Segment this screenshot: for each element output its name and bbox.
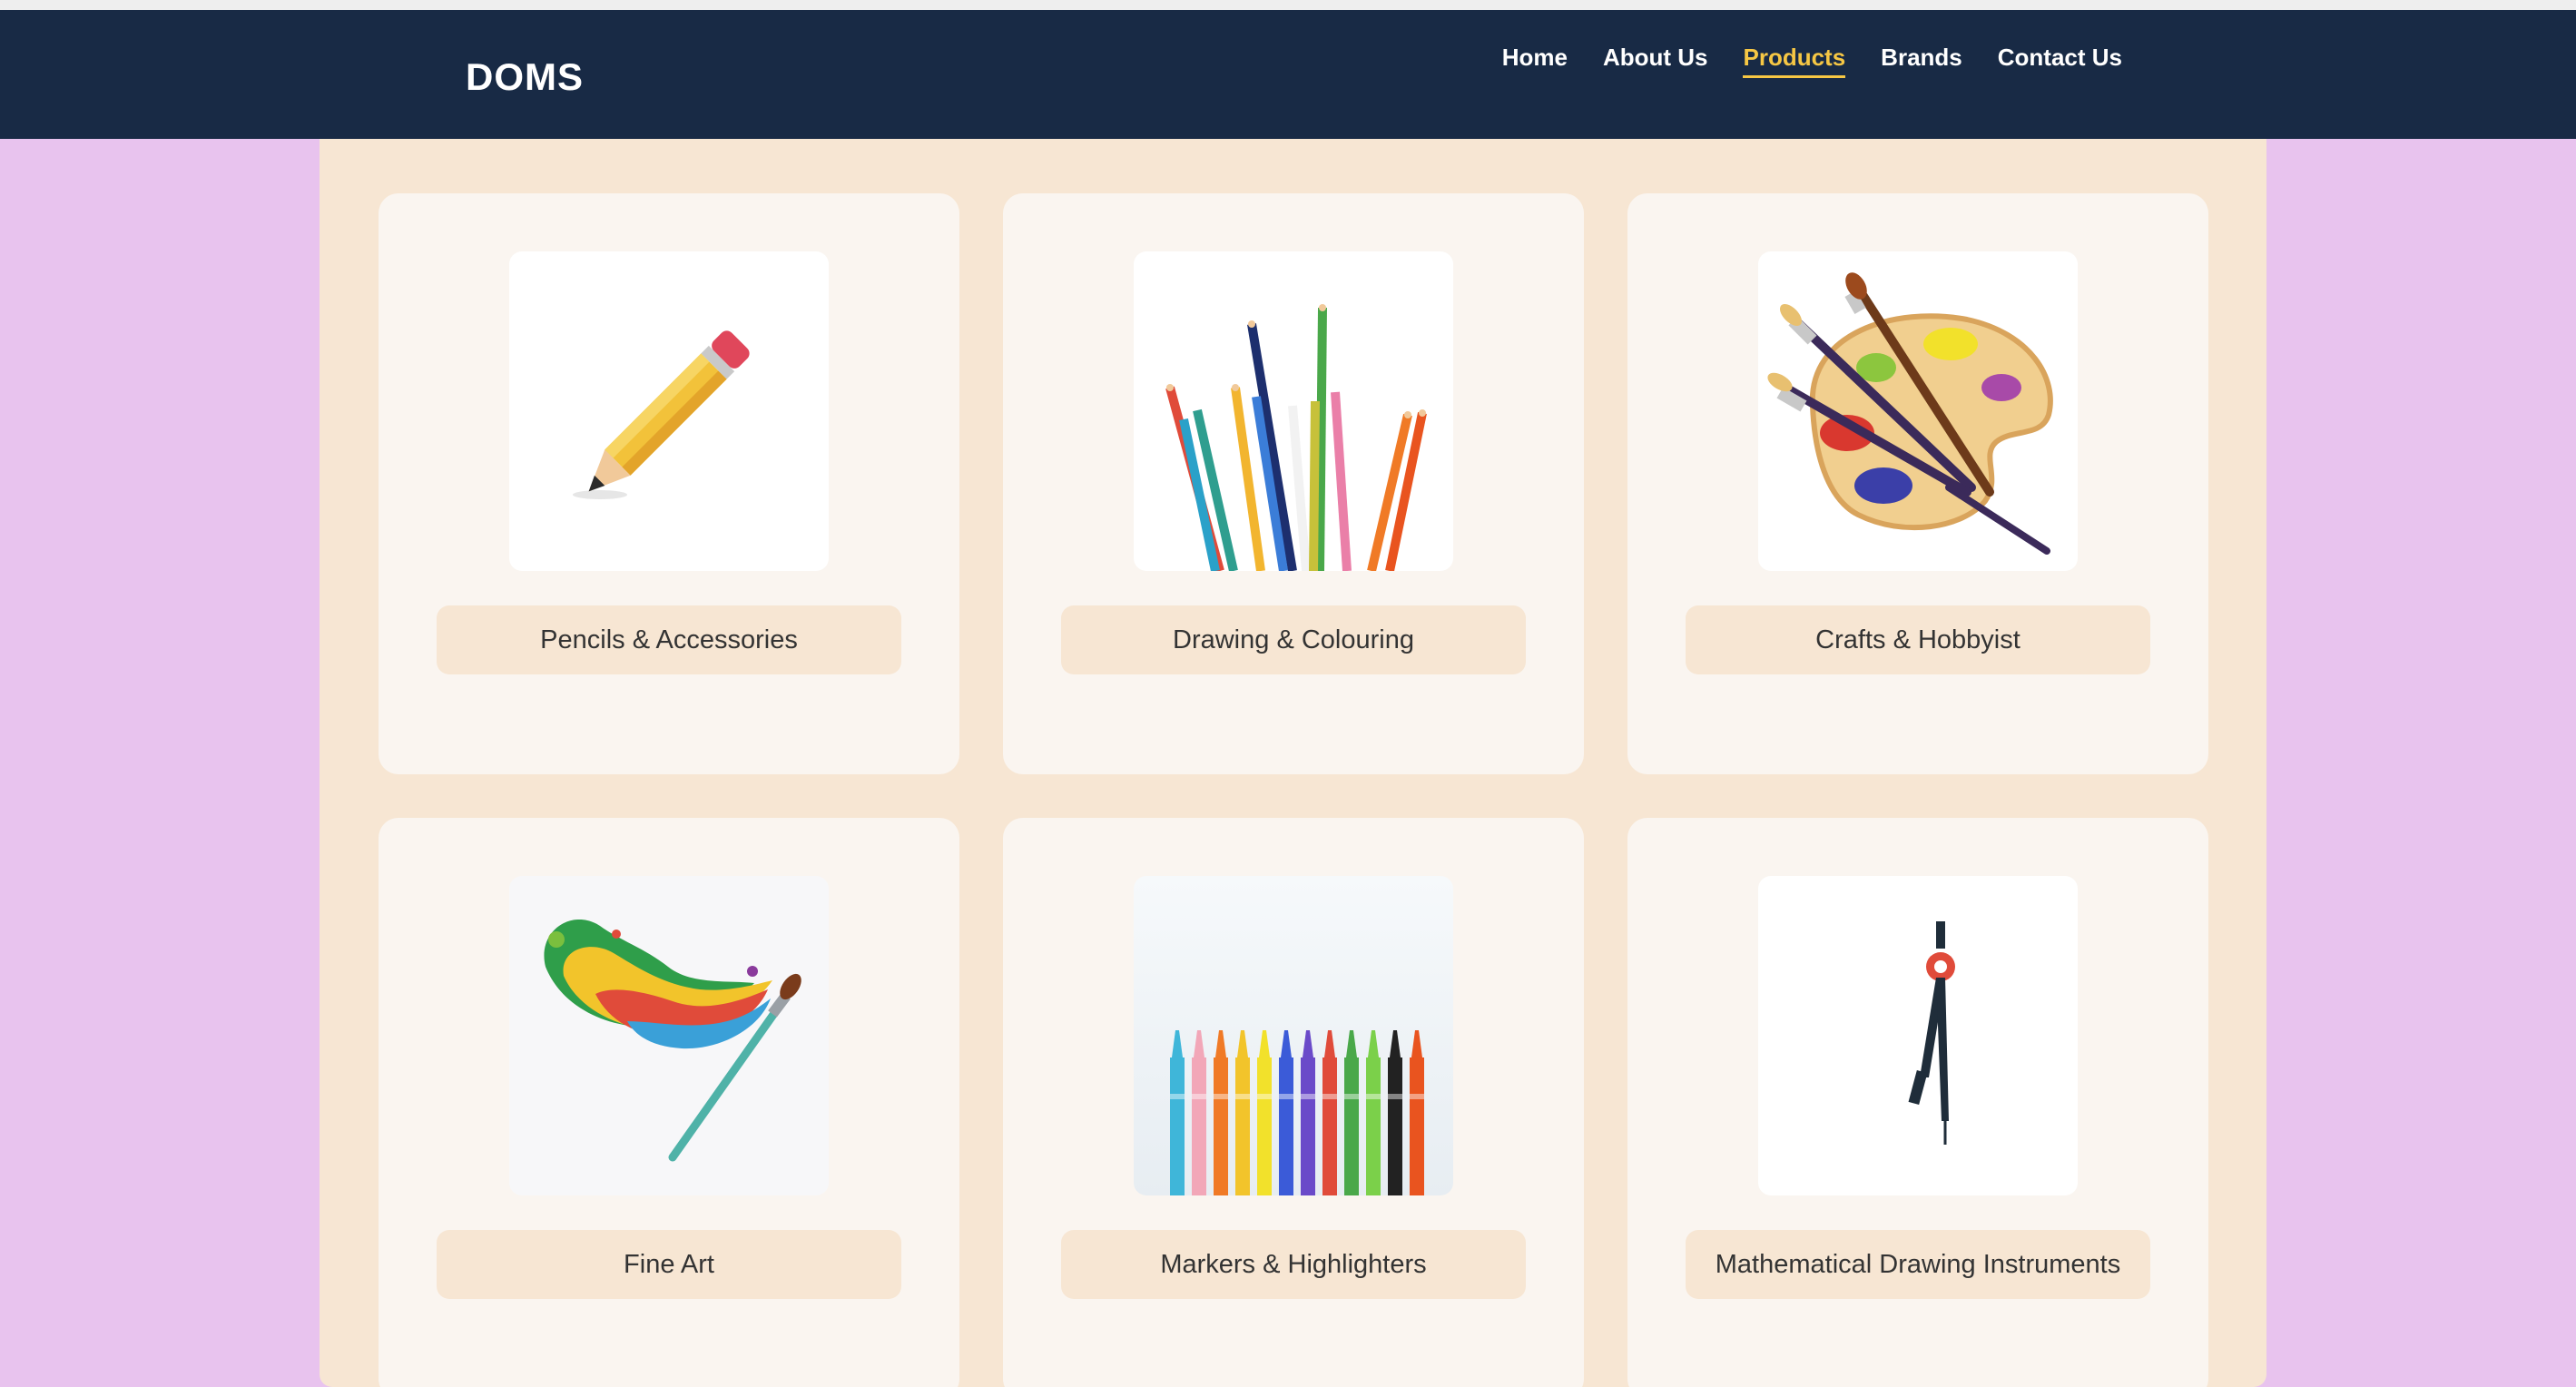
navbar: DOMS Home About Us Products Brands Conta… [0,10,2576,139]
nav-products[interactable]: Products [1743,44,1846,78]
product-card-fine-art[interactable]: Fine Art [379,818,959,1387]
product-image [509,251,829,571]
product-card-pencils[interactable]: Pencils & Accessories [379,193,959,774]
product-label[interactable]: Fine Art [437,1230,901,1299]
product-image [1134,251,1453,571]
product-image [1758,876,2078,1195]
paint-palette-icon [1767,272,2053,555]
brand-logo[interactable]: DOMS [466,55,584,99]
product-image [1134,876,1453,1195]
product-card-math-instruments[interactable]: Mathematical Drawing Instruments [1627,818,2208,1387]
pencil-icon [573,330,750,499]
product-image [1758,251,2078,571]
product-label[interactable]: Mathematical Drawing Instruments [1686,1230,2150,1299]
product-card-drawing[interactable]: Drawing & Colouring [1003,193,1584,774]
markers-icon [1170,1030,1424,1195]
nav-brands[interactable]: Brands [1881,44,1962,78]
product-label[interactable]: Crafts & Hobbyist [1686,605,2150,674]
product-label[interactable]: Pencils & Accessories [437,605,901,674]
nav-contact-us[interactable]: Contact Us [1998,44,2122,78]
nav-home[interactable]: Home [1502,44,1568,78]
product-label[interactable]: Drawing & Colouring [1061,605,1526,674]
nav-about-us[interactable]: About Us [1603,44,1708,78]
paint-brush-splash-icon [544,919,801,1162]
product-card-markers[interactable]: Markers & Highlighters [1003,818,1584,1387]
colour-pencils-icon [1165,304,1427,571]
product-label[interactable]: Markers & Highlighters [1061,1230,1526,1299]
main-nav: Home About Us Products Brands Contact Us [1502,44,2122,78]
product-image [509,876,829,1195]
browser-top-strip [0,0,2576,10]
products-panel: Pencils & Accessories Drawing & Colourin… [320,139,2266,1387]
compass-icon [1908,921,1955,1145]
product-card-crafts[interactable]: Crafts & Hobbyist [1627,193,2208,774]
